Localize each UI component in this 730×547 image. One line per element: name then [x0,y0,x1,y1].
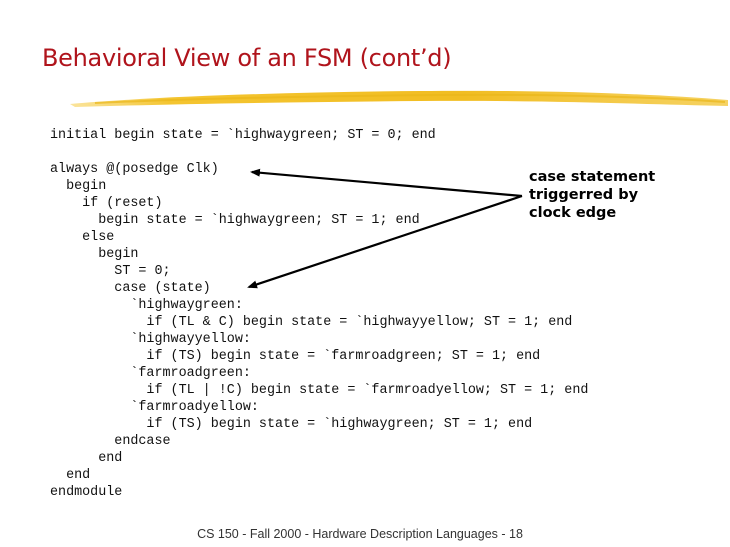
slide-footer: CS 150 - Fall 2000 - Hardware Descriptio… [0,527,730,541]
arrow-to-case-statement [247,194,523,289]
footer-text: CS 150 - Fall 2000 - Hardware Descriptio… [197,527,523,541]
arrow-to-always-block [250,168,523,198]
annotation-arrows [247,168,523,289]
